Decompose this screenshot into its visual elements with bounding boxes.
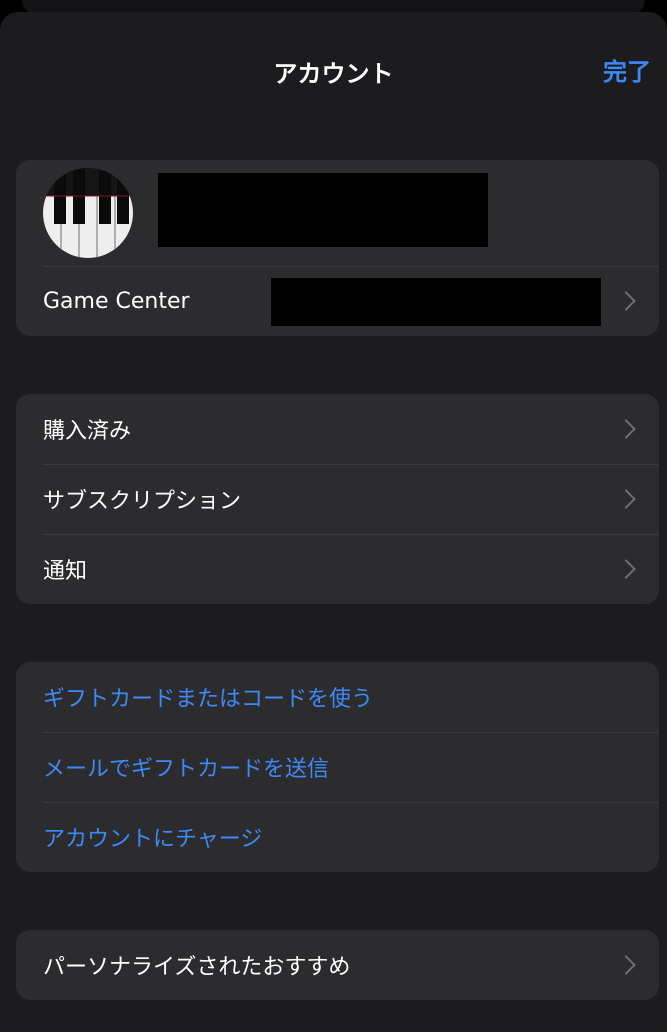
notifications-label: 通知: [43, 559, 88, 584]
redacted-game-center-id: [271, 278, 601, 326]
chevron-right-icon: [616, 955, 636, 975]
add-funds-link[interactable]: アカウントにチャージ: [16, 802, 659, 872]
redacted-account-name: [158, 173, 488, 247]
redeem-gift-card-link[interactable]: ギフトカードまたはコードを使う: [16, 662, 659, 732]
gift-card-links-group: ギフトカードまたはコードを使う メールでギフトカードを送信 アカウントにチャージ: [16, 662, 659, 872]
game-center-row[interactable]: Game Center: [16, 266, 659, 336]
notifications-row[interactable]: 通知: [16, 534, 659, 604]
send-gift-card-link[interactable]: メールでギフトカードを送信: [16, 732, 659, 802]
game-center-label: Game Center: [43, 288, 190, 314]
chevron-right-icon: [616, 559, 636, 579]
done-button[interactable]: 完了: [603, 52, 651, 87]
subscriptions-label: サブスクリプション: [43, 489, 242, 514]
personalized-recommendations-label: パーソナライズされたおすすめ: [43, 955, 351, 980]
personalization-group: パーソナライズされたおすすめ: [16, 930, 659, 1000]
account-menu-group: 購入済み サブスクリプション 通知: [16, 394, 659, 604]
purchased-label: 購入済み: [43, 419, 132, 444]
account-sheet: アカウント 完了 Game Center 購入済み サブスクリプション 通知 ギ…: [0, 12, 667, 1032]
personalized-recommendations-row[interactable]: パーソナライズされたおすすめ: [16, 930, 659, 1000]
chevron-right-icon: [616, 489, 636, 509]
profile-row[interactable]: [16, 160, 659, 266]
page-title: アカウント: [273, 60, 394, 88]
chevron-right-icon: [616, 419, 636, 439]
profile-group: Game Center: [16, 160, 659, 336]
subscriptions-row[interactable]: サブスクリプション: [16, 464, 659, 534]
piano-keys-avatar: [43, 168, 133, 258]
chevron-right-icon: [616, 291, 636, 311]
purchased-row[interactable]: 購入済み: [16, 394, 659, 464]
